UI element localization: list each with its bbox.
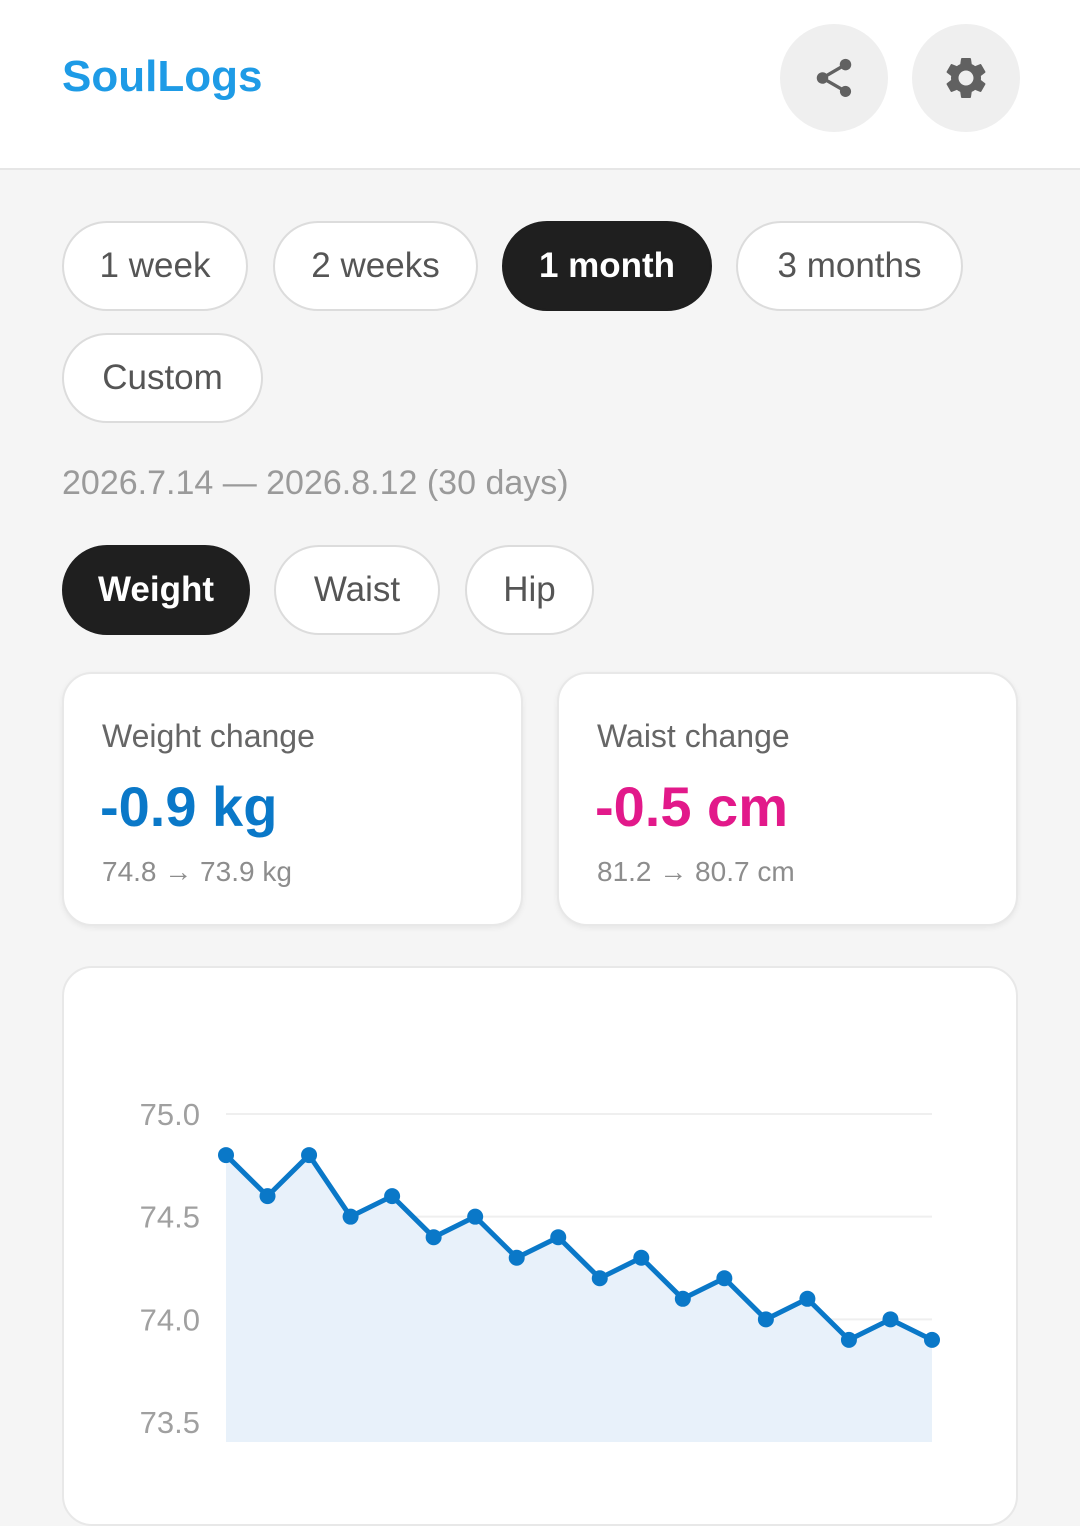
chip-label: Hip (503, 570, 556, 609)
chip-3-months[interactable]: 3 months (736, 221, 963, 311)
weight-change-value: -0.9 kg (100, 775, 278, 838)
data-point (550, 1229, 567, 1246)
share-icon (816, 58, 852, 98)
metric-chip-waist[interactable]: Waist (274, 545, 440, 635)
data-point (508, 1249, 525, 1266)
data-point (716, 1270, 733, 1287)
chip-1-month[interactable]: 1 month (502, 221, 712, 311)
data-point (882, 1311, 899, 1328)
data-point (259, 1188, 276, 1205)
y-tick-label: 74.5 (140, 1200, 200, 1235)
data-point (674, 1290, 691, 1307)
weight-change-card: Weight change -0.9 kg 74.8 → 73.9 kg (62, 672, 523, 926)
y-tick-label: 75.0 (140, 1097, 200, 1132)
chip-label: 1 month (538, 246, 676, 285)
gear-icon (946, 58, 986, 98)
data-point (218, 1147, 234, 1164)
y-tick-label: 73.5 (140, 1405, 200, 1440)
data-point (425, 1229, 442, 1246)
data-point (633, 1249, 650, 1266)
data-point (924, 1331, 940, 1348)
data-point (840, 1331, 857, 1348)
waist-change-card: Waist change -0.5 cm 81.2 → 80.7 cm (557, 672, 1018, 926)
app-title: SoulLogs (62, 52, 263, 101)
data-point (757, 1311, 774, 1328)
metric-chip-weight[interactable]: Weight (62, 545, 250, 635)
settings-button[interactable] (912, 24, 1020, 132)
chip-label: Weight (97, 570, 214, 609)
card-label: Waist change (597, 718, 790, 754)
data-point (591, 1270, 608, 1287)
chip-custom[interactable]: Custom (62, 333, 263, 423)
app-header: SoulLogs (0, 0, 1080, 170)
weight-line-chart: 75.0 74.5 74.0 73.5 (140, 1097, 940, 1442)
chip-label: 1 week (99, 246, 211, 285)
weight-change-detail: 74.8 → 73.9 kg (102, 856, 292, 887)
date-range: 2026.7.14 — 2026.8.12 (30 days) (62, 464, 569, 502)
chip-1-week[interactable]: 1 week (62, 221, 248, 311)
chip-label: 2 weeks (311, 246, 440, 285)
share-button[interactable] (780, 24, 888, 132)
chip-2-weeks[interactable]: 2 weeks (273, 221, 478, 311)
data-point (799, 1290, 816, 1307)
waist-change-detail: 81.2 → 80.7 cm (597, 856, 795, 887)
chip-label: 3 months (777, 246, 922, 285)
weight-chart-card: 75.0 74.5 74.0 73.5 (62, 966, 1018, 1526)
metric-chip-hip[interactable]: Hip (465, 545, 594, 635)
y-tick-label: 74.0 (140, 1302, 200, 1337)
data-point (301, 1147, 318, 1164)
chip-label: Custom (102, 358, 223, 397)
waist-change-value: -0.5 cm (595, 775, 788, 838)
data-point (384, 1188, 401, 1205)
chip-label: Waist (313, 570, 401, 609)
card-label: Weight change (102, 718, 315, 754)
data-point (342, 1208, 359, 1225)
area-fill (226, 1155, 932, 1442)
data-point (467, 1208, 484, 1225)
